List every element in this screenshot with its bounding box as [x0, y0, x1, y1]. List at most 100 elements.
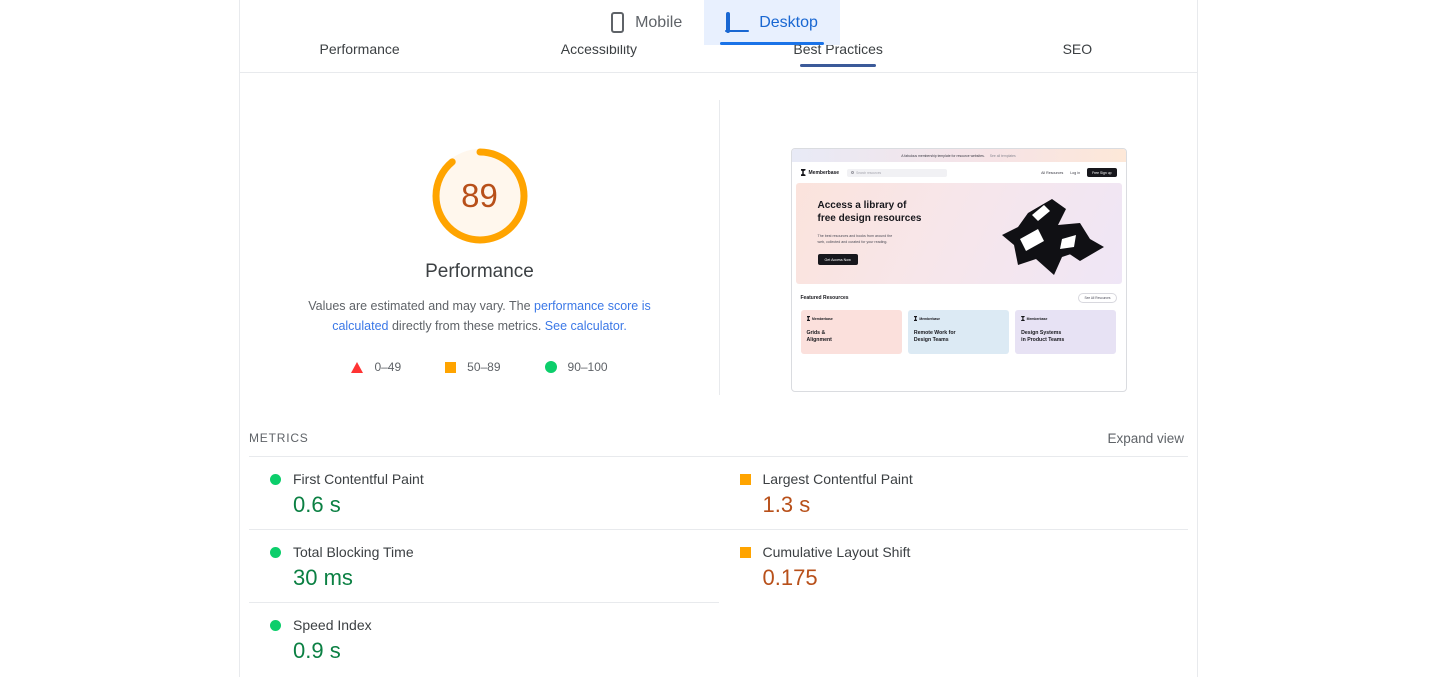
metric-row[interactable]: Largest Contentful Paint 1.3 s: [718, 456, 1189, 529]
site-search-placeholder: Search resources: [856, 170, 882, 175]
metric-name: Speed Index: [293, 617, 372, 633]
site-card-title-line2: Design Teams: [913, 337, 949, 343]
site-hero-title-line1: Access a library of: [817, 200, 907, 211]
form-factor-mobile-label: Mobile: [635, 14, 683, 31]
metric-row[interactable]: Cumulative Layout Shift 0.175: [718, 529, 1189, 602]
site-featured-title: Featured Resources: [800, 295, 849, 301]
site-announcement-banner: A fabulous membership template for resou…: [791, 149, 1126, 162]
site-card-title-line2: Alignment: [806, 337, 832, 343]
legend-item-average: 50–89: [445, 360, 501, 374]
site-card-brand: Memberbase: [1021, 316, 1110, 321]
site-card-title-line1: Design Systems: [1021, 330, 1062, 336]
memberbase-logo-icon: [806, 316, 810, 321]
metric-name: Largest Contentful Paint: [762, 471, 913, 487]
score-description-mid: directly from these metrics.: [388, 319, 545, 333]
legend-range-average: 50–89: [467, 360, 501, 374]
site-card-title: Grids & Alignment: [807, 330, 896, 344]
metric-value: 1.3 s: [762, 492, 811, 517]
pagespeed-insights-report: Performance Accessibility Best Practices…: [0, 0, 1429, 677]
site-resource-cards: Memberbase Grids & Alignment Memberbase R…: [800, 310, 1117, 354]
site-hero-sub-line2: web, collected and curated for your read…: [817, 240, 888, 244]
search-icon: [851, 171, 855, 174]
metrics-header: METRICS Expand view: [249, 420, 1188, 456]
site-hero-abstract-artwork-icon: [1001, 199, 1104, 275]
metric-row[interactable]: Total Blocking Time 30 ms: [249, 529, 719, 602]
metric-status-square-icon: [739, 473, 751, 485]
site-card-title: Design Systems in Product Teams: [1021, 330, 1110, 344]
legend-square-icon: [445, 361, 457, 373]
site-card-brand: Memberbase: [913, 316, 1003, 321]
site-card-brand-name: Memberbase: [1026, 316, 1048, 321]
legend-item-fail: 0–49: [351, 360, 401, 374]
memberbase-logo-icon: [913, 316, 918, 321]
site-banner-text: A fabulous membership template for resou…: [901, 153, 985, 158]
preview-pane: A fabulous membership template for resou…: [720, 100, 1197, 395]
metric-label: Cumulative Layout Shift: [739, 544, 1189, 560]
metrics-heading: METRICS: [249, 431, 309, 445]
site-resource-card: Memberbase Grids & Alignment: [800, 310, 902, 354]
site-card-title: Remote Work for Design Teams: [914, 330, 1003, 344]
site-logo: Memberbase: [800, 169, 840, 176]
metric-value: 0.175: [762, 565, 818, 590]
metric-status-circle-icon: [270, 473, 281, 485]
memberbase-logo-icon: [800, 169, 806, 176]
legend-triangle-icon: [351, 361, 364, 373]
expand-view-button[interactable]: Expand view: [1107, 431, 1188, 446]
legend-range-fail: 0–49: [374, 360, 402, 374]
site-resource-card: Memberbase Design Systems in Product Team…: [1015, 310, 1117, 354]
site-hero-title-line2: free design resources: [817, 213, 922, 224]
metric-row[interactable]: First Contentful Paint 0.6 s: [249, 456, 719, 529]
legend-item-pass: 90–100: [544, 360, 608, 374]
metric-status-circle-icon: [270, 546, 281, 558]
site-search-box: Search resources: [847, 168, 948, 177]
site-nav-right: All Resources Log in Free Sign up: [1041, 168, 1117, 177]
site-navbar: Memberbase Search resources All Resource…: [791, 162, 1126, 183]
memberbase-logo-icon: [1021, 316, 1025, 321]
site-card-title-line1: Grids &: [806, 330, 826, 336]
desktop-monitor-icon: [725, 12, 750, 33]
metrics-right-filler: [719, 602, 1189, 675]
form-factor-mobile[interactable]: Mobile: [589, 0, 705, 45]
metrics-grid: First Contentful Paint 0.6 s Total Block…: [249, 456, 1188, 675]
site-hero: Access a library of free design resources…: [795, 183, 1122, 284]
site-hero-subtitle: The best resources and books from around…: [818, 233, 938, 245]
metric-value: 0.9 s: [293, 638, 341, 663]
legend-range-pass: 90–100: [567, 360, 608, 374]
metrics-section: METRICS Expand view First Contentful Pai…: [240, 420, 1197, 675]
metric-row[interactable]: Speed Index 0.9 s: [249, 602, 719, 675]
site-hero-cta-button: Get Access Now: [817, 254, 858, 265]
site-featured-header: Featured Resources See All Resources: [801, 293, 1117, 303]
site-resource-card: Memberbase Remote Work for Design Teams: [907, 310, 1010, 354]
metric-label: Largest Contentful Paint: [739, 471, 1189, 487]
metric-status-square-icon: [739, 546, 751, 558]
form-factor-desktop[interactable]: Desktop: [704, 0, 840, 45]
site-card-title-line1: Remote Work for: [913, 330, 956, 336]
site-card-title-line2: in Product Teams: [1021, 337, 1065, 343]
site-nav-all-resources: All Resources: [1041, 170, 1064, 175]
site-card-brand-name: Memberbase: [812, 316, 833, 321]
form-factor-desktop-label: Desktop: [759, 14, 818, 31]
site-card-brand-name: Memberbase: [919, 316, 941, 321]
see-calculator-link[interactable]: See calculator.: [545, 319, 627, 333]
metrics-column-right: Largest Contentful Paint 1.3 s Cumulativ…: [718, 456, 1189, 675]
site-brand-name: Memberbase: [808, 169, 840, 176]
performance-score-gauge: 89: [429, 145, 531, 247]
site-banner-link: See all templates: [989, 153, 1016, 158]
metric-name: Cumulative Layout Shift: [762, 544, 911, 560]
score-legend: 0–49 50–89 90–100: [351, 360, 608, 374]
metric-status-circle-icon: [270, 619, 281, 631]
metric-label: First Contentful Paint: [270, 471, 719, 487]
metric-name: Total Blocking Time: [293, 544, 414, 560]
site-hero-sub-line1: The best resources and books from around…: [817, 234, 893, 238]
score-description: Values are estimated and may vary. The p…: [280, 296, 680, 336]
site-nav-signup-button: Free Sign up: [1087, 168, 1117, 177]
mobile-phone-icon: [611, 12, 625, 33]
score-and-preview-section: 89 Performance Values are estimated and …: [240, 100, 1197, 395]
metric-value: 0.6 s: [293, 492, 341, 517]
site-card-brand: Memberbase: [806, 316, 896, 321]
metric-value: 30 ms: [293, 565, 353, 590]
form-factor-toggle: Mobile Desktop: [0, 0, 1429, 45]
score-pane: 89 Performance Values are estimated and …: [240, 100, 720, 395]
final-screenshot-thumbnail: A fabulous membership template for resou…: [790, 148, 1127, 392]
site-nav-login: Log in: [1070, 170, 1081, 175]
